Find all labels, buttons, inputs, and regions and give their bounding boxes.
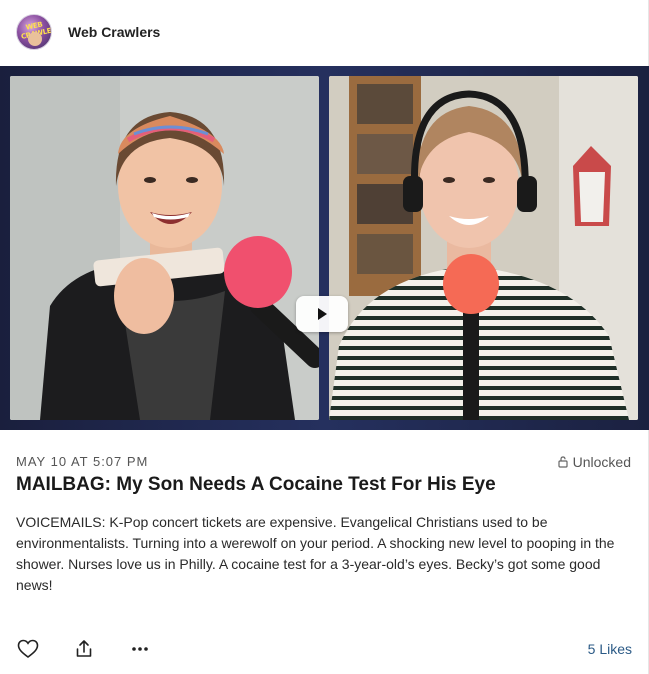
more-horizontal-icon <box>132 647 148 651</box>
post-title[interactable]: MAILBAG: My Son Needs A Cocaine Test For… <box>16 474 616 496</box>
share-button[interactable] <box>71 636 97 662</box>
post-date: MAY 10 AT 5:07 PM <box>16 454 149 469</box>
lock-open-icon <box>558 456 568 468</box>
channel-avatar[interactable]: WEB CRAWLERS <box>16 14 52 50</box>
like-button[interactable] <box>15 636 41 662</box>
channel-name[interactable]: Web Crawlers <box>68 24 160 40</box>
likes-count[interactable]: 5 Likes <box>588 641 632 657</box>
person-right-illustration <box>329 76 638 420</box>
access-label: Unlocked <box>572 454 631 470</box>
play-button[interactable] <box>296 296 348 332</box>
video-panel-left <box>10 76 319 420</box>
play-icon <box>318 308 327 320</box>
heart-icon <box>17 639 39 658</box>
avatar-face <box>28 32 42 46</box>
post-actions: 5 Likes <box>0 630 649 666</box>
post-description: VOICEMAILS: K-Pop concert tickets are ex… <box>16 514 615 593</box>
post-card: WEB CRAWLERS Web Crawlers <box>0 0 649 674</box>
share-icon <box>76 640 92 657</box>
access-status: Unlocked <box>558 454 631 470</box>
post-header: WEB CRAWLERS Web Crawlers <box>0 0 649 66</box>
video-panel-right <box>329 76 638 420</box>
person-left-illustration <box>10 76 319 420</box>
video-player[interactable] <box>0 66 649 430</box>
more-button[interactable] <box>127 636 153 662</box>
